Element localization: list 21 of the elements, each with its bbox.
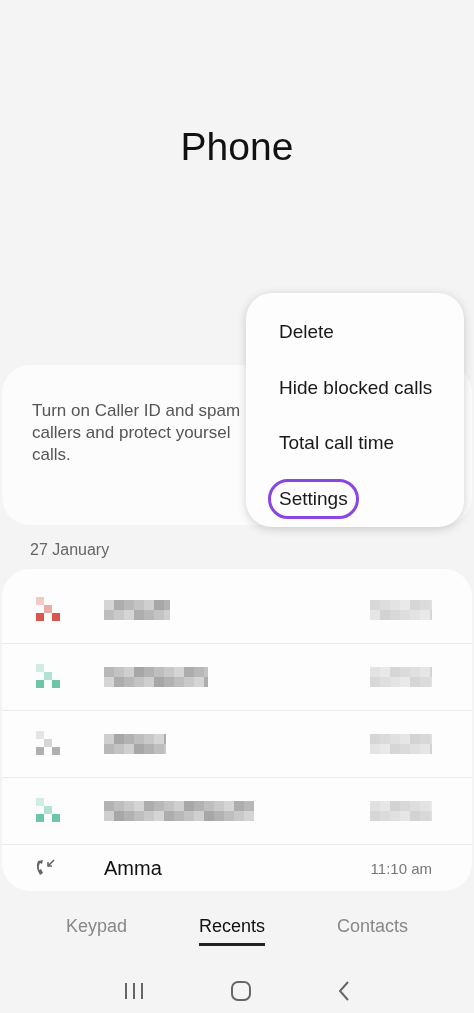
pixelated-name [104, 734, 166, 754]
home-icon[interactable] [230, 980, 252, 1002]
date-header: 27 January [30, 541, 110, 560]
menu-item[interactable]: Hide blocked calls [268, 367, 444, 408]
pixelated-time [370, 801, 432, 821]
pixelated-time [370, 667, 432, 687]
back-icon[interactable] [337, 980, 352, 1002]
menu-item[interactable]: Delete [268, 311, 345, 352]
banner-text-line: calls. [32, 444, 71, 466]
app-title: Phone [180, 124, 294, 170]
call-time: 11:10 am [370, 859, 432, 877]
banner-text-line: Turn on Caller ID and spam [32, 400, 241, 422]
menu-item[interactable]: Total call time [268, 423, 406, 464]
menu-item[interactable]: Settings [268, 479, 359, 520]
contact-name: Amma [104, 856, 162, 880]
tab[interactable]: Recents [198, 916, 265, 946]
pixelated-time [370, 734, 432, 754]
recent-apps-icon[interactable] [122, 981, 145, 1001]
pixelated-name [104, 600, 170, 620]
banner-text-line: callers and protect yoursel [32, 422, 231, 444]
pixelated-time [370, 600, 432, 620]
